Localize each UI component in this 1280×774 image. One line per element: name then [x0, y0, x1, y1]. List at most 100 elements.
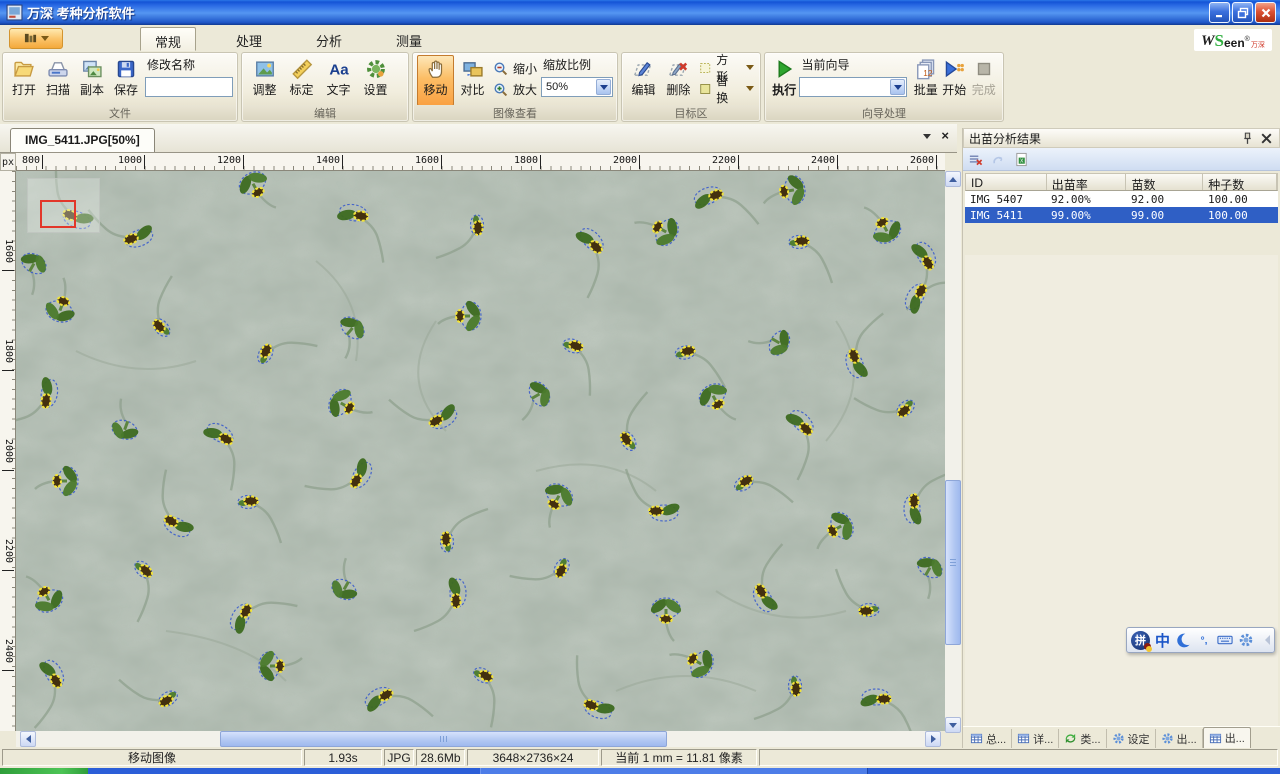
- panel-tab-label: 详...: [1033, 731, 1053, 747]
- panel-tab-3[interactable]: 类...: [1059, 729, 1106, 748]
- panel-tab-5[interactable]: 出...: [1156, 729, 1203, 748]
- v-ruler-tick: [2, 670, 14, 671]
- move-button[interactable]: 移动: [417, 55, 454, 106]
- minimize-button[interactable]: [1209, 2, 1230, 23]
- settings-button[interactable]: 设置: [357, 55, 394, 106]
- batch-button[interactable]: 12批量: [911, 55, 940, 106]
- ribbon-tab-4[interactable]: 测量: [382, 27, 436, 51]
- punct-icon[interactable]: °,: [1196, 632, 1212, 648]
- close-button[interactable]: [1255, 2, 1276, 23]
- start-button-sliver[interactable]: [0, 768, 88, 774]
- adjust-button[interactable]: 调整: [246, 55, 283, 106]
- group-label-edit: 编辑: [243, 105, 407, 120]
- h-ruler-tick: [42, 155, 43, 169]
- svg-text:Aa: Aa: [329, 62, 349, 79]
- calibrate-button[interactable]: 标定: [283, 55, 320, 106]
- close-panel-icon[interactable]: [1259, 131, 1274, 146]
- text-button[interactable]: Aa文字: [320, 55, 357, 106]
- zoom-out-button[interactable]: 缩小: [491, 59, 539, 78]
- dropdown-arrow-icon[interactable]: [596, 79, 611, 95]
- scroll-right-button[interactable]: [925, 731, 941, 747]
- image-canvas[interactable]: [16, 171, 945, 731]
- ime-logo[interactable]: 拼: [1131, 631, 1150, 650]
- start-button[interactable]: 开始: [940, 55, 969, 106]
- column-header-2[interactable]: 出苗率: [1047, 174, 1127, 190]
- copy-image-icon: [81, 58, 103, 80]
- panel-tab-6[interactable]: 出...: [1203, 727, 1251, 748]
- moon-icon[interactable]: [1175, 632, 1191, 648]
- finish-button[interactable]: 完成: [969, 55, 999, 106]
- dropdown-arrow-icon[interactable]: [746, 86, 754, 91]
- dropdown-arrow-icon[interactable]: [746, 65, 754, 70]
- zoom-in-button[interactable]: 放大: [491, 80, 539, 99]
- rename-field-label: 修改名称: [145, 55, 233, 75]
- ribbon-tab-1[interactable]: 常规: [140, 27, 196, 51]
- scan-button[interactable]: 扫描: [41, 55, 75, 106]
- keyboard-icon[interactable]: [1217, 632, 1233, 648]
- horizontal-scroll-thumb[interactable]: [220, 731, 667, 747]
- close-document-icon[interactable]: ×: [941, 131, 949, 141]
- undo-icon[interactable]: [991, 152, 1006, 167]
- duplicate-button[interactable]: 副本: [75, 55, 109, 106]
- results-list-area[interactable]: [965, 255, 1278, 726]
- delete-region-button[interactable]: 删除: [661, 55, 696, 106]
- open-button[interactable]: 打开: [7, 55, 41, 106]
- restore-button[interactable]: [1232, 2, 1253, 23]
- column-header-3[interactable]: 苗数: [1126, 174, 1203, 190]
- gear-icon[interactable]: [1238, 632, 1254, 648]
- run-button[interactable]: 执行: [769, 55, 799, 106]
- panel-tab-1[interactable]: 总...: [965, 729, 1012, 748]
- ime-mode-chinese[interactable]: 中: [1155, 630, 1170, 651]
- task-button-sliver[interactable]: [480, 768, 868, 774]
- scroll-down-button[interactable]: [945, 717, 961, 733]
- ime-collapse-arrow-icon[interactable]: [1260, 635, 1270, 645]
- excel-export-icon[interactable]: X: [1014, 152, 1029, 167]
- delete-row-icon[interactable]: [968, 152, 983, 167]
- save-button[interactable]: 保存: [109, 55, 143, 106]
- rename-input[interactable]: [145, 77, 233, 97]
- panel-tab-4[interactable]: 设定: [1107, 729, 1156, 748]
- current-wizard-select[interactable]: [799, 77, 907, 97]
- panel-tab-2[interactable]: 详...: [1012, 729, 1059, 748]
- vertical-scrollbar[interactable]: [945, 171, 961, 733]
- scroll-up-button[interactable]: [945, 171, 961, 187]
- pin-icon[interactable]: [1240, 131, 1255, 146]
- results-table: ID出苗率苗数种子数 IMG 540792.00%92.00100.00IMG …: [965, 173, 1278, 223]
- column-header-4[interactable]: 种子数: [1203, 174, 1277, 190]
- table-row[interactable]: IMG 541199.00%99.00100.00: [965, 207, 1278, 223]
- horizontal-scrollbar[interactable]: [16, 731, 941, 747]
- ribbon-tab-2[interactable]: 处理: [222, 27, 276, 51]
- v-ruler-label: 2200: [0, 539, 14, 563]
- zoom-ratio-label: 缩放比例: [541, 55, 613, 75]
- group-wizard: 执行 当前向导 12批量 开始 完成 向导处理: [764, 52, 1004, 122]
- ruler-unit-box: px: [0, 153, 16, 171]
- tab-list-arrow-icon[interactable]: [923, 134, 931, 139]
- play-icon: [773, 58, 795, 80]
- gear-icon: [1112, 732, 1125, 745]
- table-cell: 99.00%: [1046, 207, 1126, 223]
- compare-button[interactable]: 对比: [454, 55, 491, 106]
- column-header-1[interactable]: ID: [966, 174, 1047, 190]
- zoom-ratio-select[interactable]: 50%: [541, 77, 613, 97]
- dropdown-arrow-icon[interactable]: [890, 79, 905, 95]
- edit-region-button[interactable]: 编辑: [626, 55, 661, 106]
- ime-toolbar[interactable]: 拼中 °,: [1126, 627, 1275, 653]
- app-menu-button[interactable]: [9, 28, 63, 49]
- v-ruler-tick: [2, 370, 14, 371]
- horizontal-ruler: 800100012001400160018002000220024002600: [16, 153, 945, 171]
- table-icon: [970, 732, 983, 745]
- h-ruler-label: 2000: [608, 155, 642, 166]
- h-ruler-tick: [441, 155, 442, 169]
- table-row[interactable]: IMG 540792.00%92.00100.00: [965, 191, 1278, 207]
- document-tab[interactable]: IMG_5411.JPG[50%]: [10, 128, 155, 152]
- table-cell: 92.00: [1126, 191, 1203, 207]
- ribbon-tab-3[interactable]: 分析: [302, 27, 356, 51]
- taskbar[interactable]: [0, 768, 1280, 774]
- title-bar[interactable]: 万深 考种分析软件: [0, 0, 1280, 25]
- table-cell: 92.00%: [1046, 191, 1126, 207]
- replace-button[interactable]: 替换: [696, 79, 756, 98]
- group-label-image-view: 图像查看: [414, 105, 616, 120]
- panel-tab-label: 出...: [1177, 731, 1197, 747]
- vertical-scroll-thumb[interactable]: [945, 480, 961, 645]
- scroll-left-button[interactable]: [20, 731, 36, 747]
